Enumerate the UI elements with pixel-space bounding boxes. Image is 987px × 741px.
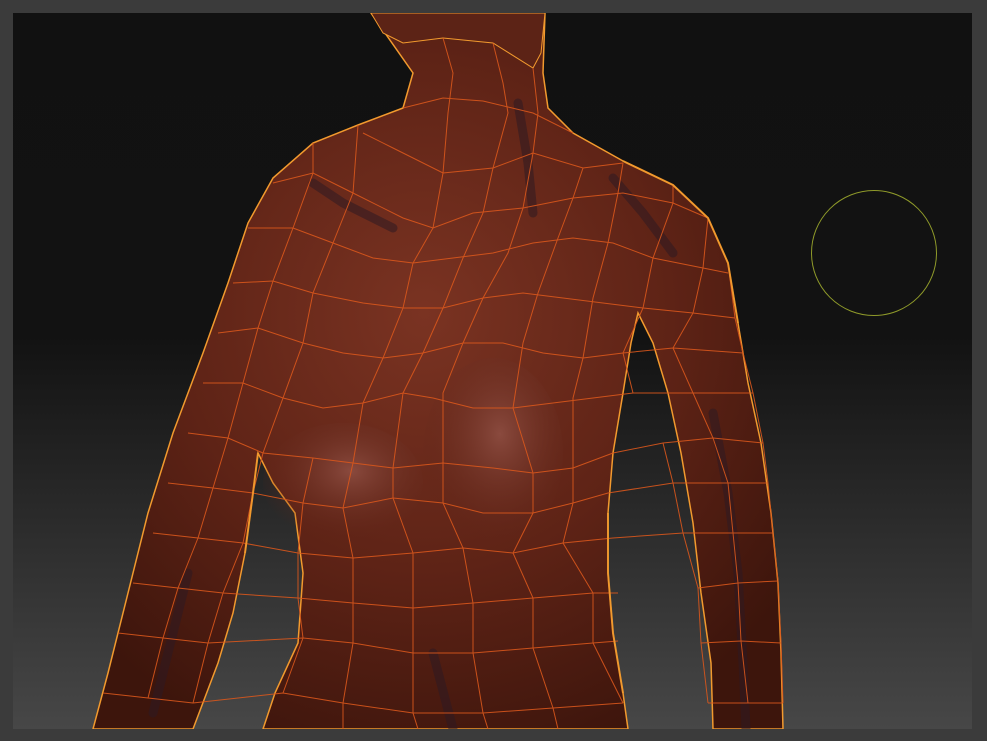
sculpt-model[interactable]: [13, 13, 972, 729]
app-frame: brush-circle-icon: [0, 0, 987, 741]
brush-circle-icon[interactable]: brush-circle-icon: [811, 190, 937, 316]
body-silhouette[interactable]: [92, 13, 784, 729]
breast-left: [263, 423, 423, 543]
breast-right: [423, 358, 563, 548]
3d-viewport-canvas[interactable]: brush-circle-icon: [13, 13, 972, 729]
